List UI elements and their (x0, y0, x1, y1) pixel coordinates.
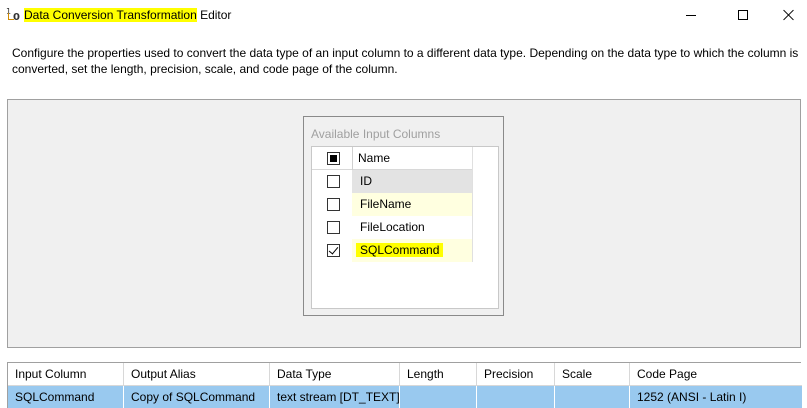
column-checkbox-filename[interactable] (327, 198, 340, 211)
select-all-checkbox[interactable] (327, 152, 340, 165)
window-title-highlight: Data Conversion Transformation (24, 8, 197, 22)
window-title-rest: Editor (196, 8, 232, 22)
grid-cell-output-alias[interactable]: Copy of SQLCommand (124, 386, 270, 408)
close-button[interactable] (766, 0, 807, 30)
available-input-columns-panel: Available Input Columns Name ID FileName… (303, 116, 504, 316)
column-row-filelocation[interactable]: FileLocation (312, 216, 472, 239)
grid-cell-data-type[interactable]: text stream [DT_TEXT] (270, 386, 400, 408)
grid-cell-code-page[interactable]: 1252 (ANSI - Latin I) (630, 386, 802, 408)
grid-header-output-alias[interactable]: Output Alias (124, 363, 270, 386)
columns-list: Name ID FileName FileLocation SQLCommand (311, 146, 499, 309)
column-label: FileName (360, 197, 412, 211)
grid-header-code-page[interactable]: Code Page (630, 363, 802, 386)
column-row-sqlcommand[interactable]: SQLCommand (312, 239, 472, 262)
column-checkbox-id[interactable] (327, 175, 340, 188)
column-checkbox-sqlcommand[interactable] (327, 244, 340, 257)
panel-title: Available Input Columns (311, 127, 441, 141)
column-row-filename[interactable]: FileName (312, 193, 472, 216)
grid-header-scale[interactable]: Scale (555, 363, 630, 386)
column-label: SQLCommand (356, 243, 444, 257)
grid-header-input-column[interactable]: Input Column (8, 363, 124, 386)
column-label: ID (360, 174, 372, 188)
columns-header-row: Name (312, 147, 472, 170)
minimize-icon (686, 14, 696, 16)
window-title: Data Conversion Transformation Editor (24, 8, 231, 22)
grid-cell-input-column[interactable]: SQLCommand (8, 386, 124, 408)
grid-header-precision[interactable]: Precision (477, 363, 555, 386)
close-icon (783, 9, 795, 21)
grid-cell-length[interactable] (400, 386, 477, 408)
grid-header-length[interactable]: Length (400, 363, 477, 386)
grid-header-data-type[interactable]: Data Type (270, 363, 400, 386)
minimize-button[interactable] (668, 0, 714, 30)
column-row-id[interactable]: ID (312, 170, 472, 193)
editor-description: Configure the properties used to convert… (12, 46, 799, 76)
conversion-grid: Input Column Output Alias Data Type Leng… (7, 362, 802, 408)
maximize-button[interactable] (720, 0, 766, 30)
grid-cell-scale[interactable] (555, 386, 630, 408)
title-bar: 10 Data Conversion Transformation Editor (0, 0, 807, 31)
maximize-icon (738, 10, 748, 20)
column-checkbox-filelocation[interactable] (327, 221, 340, 234)
checkmark-icon (328, 244, 339, 255)
grid-cell-precision[interactable] (477, 386, 555, 408)
data-conversion-icon: 10 (6, 7, 20, 23)
column-label: FileLocation (360, 220, 425, 234)
column-header-name: Name (358, 151, 391, 165)
